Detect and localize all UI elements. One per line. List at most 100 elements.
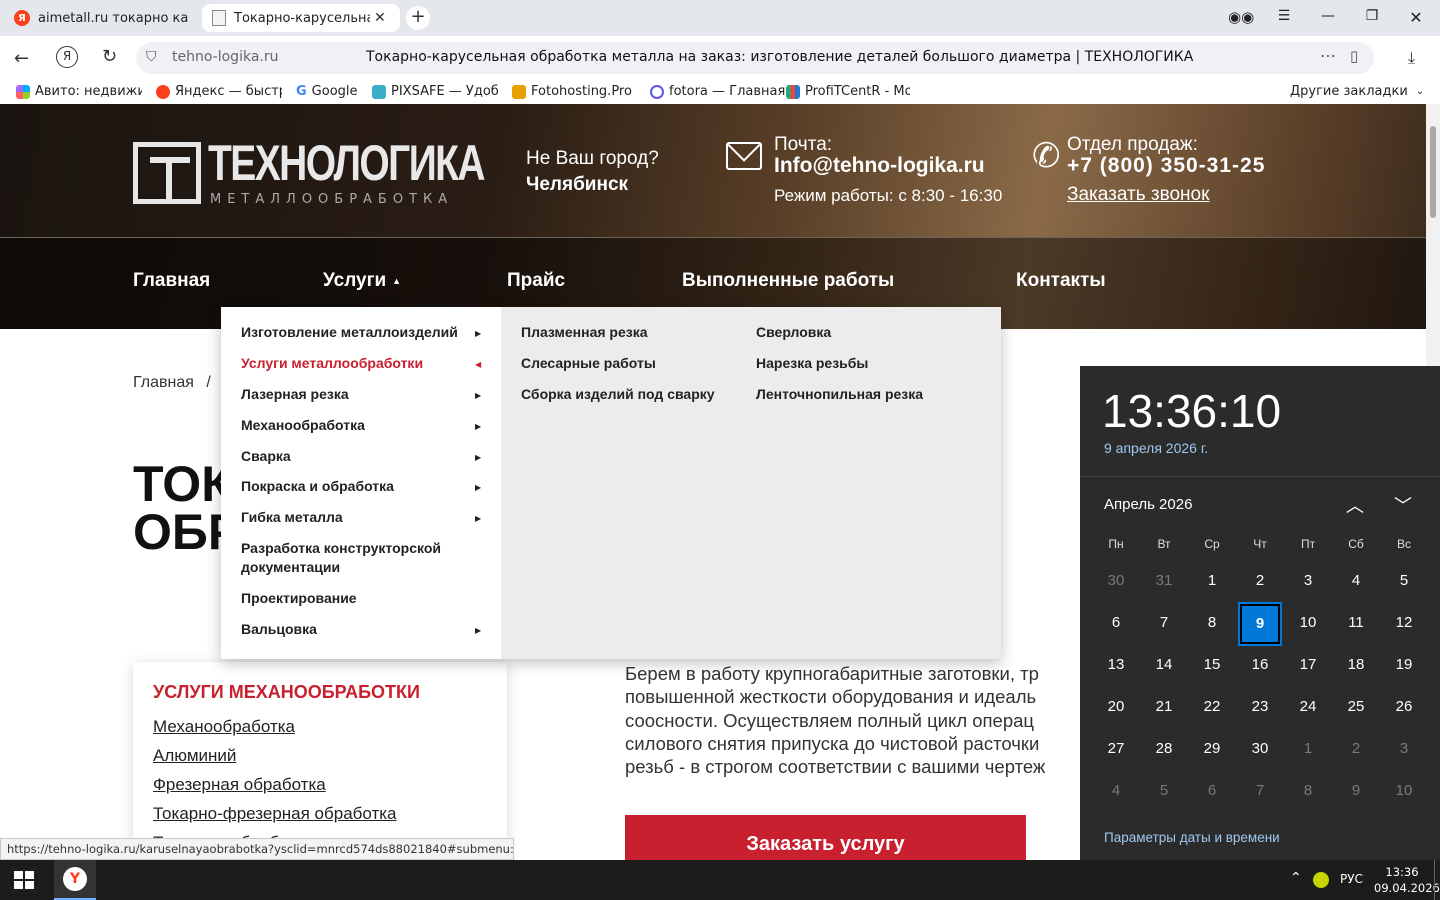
calendar-day[interactable]: 25 xyxy=(1332,698,1380,715)
calendar-day[interactable]: 10 xyxy=(1284,614,1332,631)
submenu-item[interactable]: Сборка изделий под сварку xyxy=(521,385,715,404)
calendar-day[interactable]: 21 xyxy=(1140,698,1188,715)
taskbar-clock[interactable]: 13:36 09.04.2026 xyxy=(1374,864,1440,896)
bookmark-avito[interactable]: Авито: недвижим xyxy=(16,84,142,99)
calendar-day[interactable]: 30 xyxy=(1092,572,1140,589)
date-time-settings-link[interactable]: Параметры даты и времени xyxy=(1104,830,1280,845)
calendar-day[interactable]: 23 xyxy=(1236,698,1284,715)
nav-home[interactable]: Главная xyxy=(133,270,210,292)
close-tab-icon[interactable]: ✕ xyxy=(374,10,386,26)
calendar-day[interactable]: 2 xyxy=(1332,740,1380,757)
calendar-day[interactable]: 13 xyxy=(1092,656,1140,673)
submenu-item[interactable]: Плазменная резка xyxy=(521,323,648,342)
calendar-day[interactable]: 1 xyxy=(1284,740,1332,757)
calendar-day[interactable]: 15 xyxy=(1188,656,1236,673)
clock-date[interactable]: 9 апреля 2026 г. xyxy=(1104,440,1208,456)
phone-link[interactable]: +7 (800) 350-31-25 xyxy=(1067,154,1265,178)
calendar-day[interactable]: 22 xyxy=(1188,698,1236,715)
site-info-shield-icon[interactable]: ⛉ xyxy=(146,49,157,65)
bookmark-fotora[interactable]: fotora — Главная xyxy=(650,84,785,99)
nav-price[interactable]: Прайс xyxy=(507,270,565,292)
menu-icon[interactable]: ☰ xyxy=(1274,8,1294,24)
city-name[interactable]: Челябинск xyxy=(526,174,628,196)
yandex-icon[interactable]: Я xyxy=(56,46,78,68)
calendar-day[interactable]: 20 xyxy=(1092,698,1140,715)
calendar-day[interactable]: 3 xyxy=(1380,740,1428,757)
menu-item[interactable]: Сварка xyxy=(241,447,291,466)
back-icon[interactable]: ← xyxy=(14,48,29,69)
reload-icon[interactable]: ↻ xyxy=(102,46,117,67)
logo-mark-icon[interactable] xyxy=(133,142,201,204)
url-text[interactable]: tehno-logika.ru xyxy=(172,49,278,65)
download-icon[interactable]: ⤓ xyxy=(1408,48,1415,68)
calendar-day[interactable]: 11 xyxy=(1332,614,1380,631)
order-service-button[interactable]: Заказать услугу xyxy=(625,815,1026,860)
restore-icon[interactable]: ❐ xyxy=(1362,8,1382,24)
calendar-day[interactable]: 5 xyxy=(1380,572,1428,589)
calendar-day[interactable]: 17 xyxy=(1284,656,1332,673)
sidebar-link[interactable]: Фрезерная обработка xyxy=(153,770,397,799)
calendar-day[interactable]: 9 xyxy=(1332,782,1380,799)
calendar-day[interactable]: 14 xyxy=(1140,656,1188,673)
logo-text[interactable]: ТЕХНОЛОГИКА xyxy=(208,134,486,192)
url-box[interactable]: ⛉ tehno-logika.ru Токарно-карусельная об… xyxy=(136,42,1374,74)
calendar-month[interactable]: Апрель 2026 xyxy=(1104,496,1192,513)
calendar-day[interactable]: 27 xyxy=(1092,740,1140,757)
menu-item[interactable]: Проектирование xyxy=(241,589,357,608)
tray-app-icon[interactable] xyxy=(1313,872,1329,888)
calendar-day[interactable]: 10 xyxy=(1380,782,1428,799)
menu-item[interactable]: Разработка конструкторской документации xyxy=(241,539,471,577)
submenu-item[interactable]: Ленточнопильная резка xyxy=(756,385,923,404)
city-question[interactable]: Не Ваш город? xyxy=(526,148,659,170)
calendar-day[interactable]: 28 xyxy=(1140,740,1188,757)
chevron-down-icon[interactable]: ﹀ xyxy=(1394,492,1412,518)
submenu-item[interactable]: Слесарные работы xyxy=(521,354,656,373)
calendar-day-today[interactable]: 9 xyxy=(1238,602,1282,646)
sidebar-link[interactable]: Алюминий xyxy=(153,741,397,770)
menu-item[interactable]: Вальцовка xyxy=(241,620,317,639)
yandex-browser-taskbar-button[interactable]: Y xyxy=(54,860,96,900)
calendar-day[interactable]: 4 xyxy=(1092,782,1140,799)
calendar-day[interactable]: 16 xyxy=(1236,656,1284,673)
bookmark-pixsafe[interactable]: PIXSAFE — Удобн xyxy=(372,84,498,99)
calendar-day[interactable]: 7 xyxy=(1140,614,1188,631)
calendar-day[interactable]: 2 xyxy=(1236,572,1284,589)
menu-item[interactable]: Лазерная резка xyxy=(241,385,349,404)
more-icon[interactable]: ⋯ xyxy=(1320,46,1336,65)
calendar-day[interactable]: 12 xyxy=(1380,614,1428,631)
bookmark-profitcentr[interactable]: ProfiTCentR - Мой xyxy=(786,84,910,99)
other-bookmarks[interactable]: Другие закладки ⌄ xyxy=(1290,84,1424,99)
calendar-day[interactable]: 18 xyxy=(1332,656,1380,673)
browser-tab-active[interactable]: Токарно-карусельная о ✕ xyxy=(202,4,400,32)
bookmark-yandex[interactable]: Яндекс — быстрі xyxy=(156,84,282,99)
menu-item[interactable]: Изготовление металлоизделий xyxy=(241,323,458,342)
calendar-day[interactable]: 6 xyxy=(1092,614,1140,631)
calendar-day[interactable]: 8 xyxy=(1188,614,1236,631)
calendar-day[interactable]: 30 xyxy=(1236,740,1284,757)
scrollbar-thumb[interactable] xyxy=(1430,126,1436,218)
nav-contacts[interactable]: Контакты xyxy=(1016,270,1106,292)
bookmark-icon[interactable]: ▯ xyxy=(1350,47,1358,65)
minimize-icon[interactable]: — xyxy=(1318,8,1338,24)
chevron-up-icon[interactable]: ︿ xyxy=(1346,492,1364,518)
incognito-glasses-icon[interactable]: ◉◉ xyxy=(1228,8,1254,26)
show-desktop[interactable] xyxy=(1434,860,1435,900)
calendar-day[interactable]: 24 xyxy=(1284,698,1332,715)
calendar-day[interactable]: 1 xyxy=(1188,572,1236,589)
calendar-day[interactable]: 4 xyxy=(1332,572,1380,589)
calendar-day[interactable]: 5 xyxy=(1140,782,1188,799)
windows-start-icon[interactable] xyxy=(14,871,34,889)
new-tab-button[interactable]: + xyxy=(406,6,430,30)
nav-works[interactable]: Выполненные работы xyxy=(682,270,894,292)
calendar-day[interactable]: 19 xyxy=(1380,656,1428,673)
callback-link[interactable]: Заказать звонок xyxy=(1067,184,1209,206)
sidebar-link[interactable]: Токарно-фрезерная обработка xyxy=(153,799,397,828)
calendar-day[interactable]: 29 xyxy=(1188,740,1236,757)
nav-services[interactable]: Услуги ▲ xyxy=(323,270,401,292)
mail-link[interactable]: Info@tehno-logika.ru xyxy=(774,154,985,178)
submenu-item[interactable]: Сверловка xyxy=(756,323,831,342)
calendar-day[interactable]: 6 xyxy=(1188,782,1236,799)
close-window-icon[interactable]: ✕ xyxy=(1406,8,1426,27)
bookmark-google[interactable]: G Google xyxy=(296,84,358,99)
menu-item-active[interactable]: Услуги металлообработки xyxy=(241,354,423,373)
